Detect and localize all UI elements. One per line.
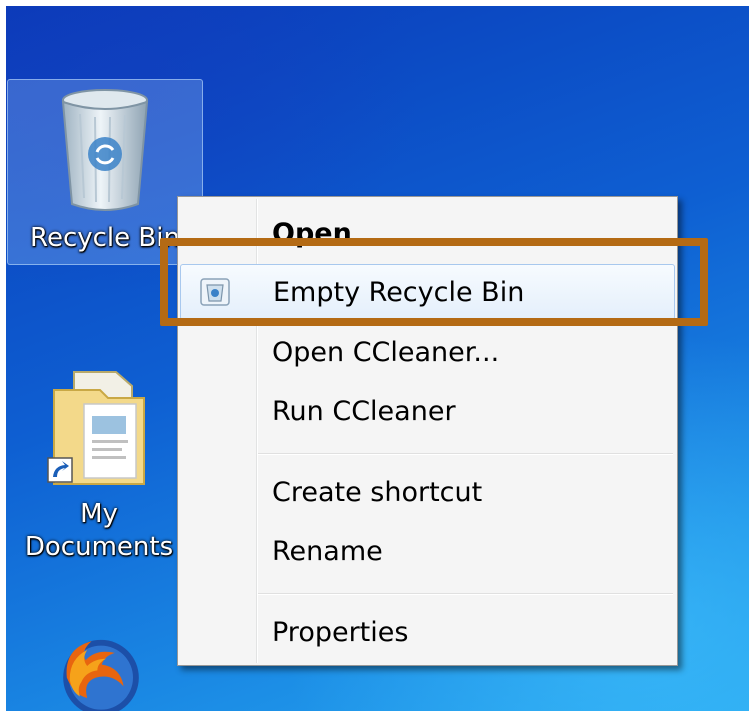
menu-item-run-ccleaner[interactable]: Run CCleaner: [180, 383, 675, 439]
menu-item-label: Rename: [272, 535, 383, 567]
menu-item-label: Run CCleaner: [272, 395, 456, 427]
desktop-icon-recycle-bin[interactable]: Recycle Bin: [7, 79, 203, 265]
my-documents-label-line1: My: [80, 499, 118, 529]
my-documents-icon: [47, 371, 145, 485]
recycle-bin-icon: [61, 89, 149, 211]
my-documents-label-line2: Documents: [24, 532, 174, 562]
context-menu: Open Empty Recycle Bin Open CCleaner... …: [177, 196, 678, 666]
recycle-bin-label: Recycle Bin: [30, 223, 180, 253]
menu-item-open-ccleaner[interactable]: Open CCleaner...: [180, 324, 675, 380]
desktop-icon-my-documents[interactable]: My Documents: [11, 366, 187, 586]
menu-item-label: Open CCleaner...: [272, 336, 500, 368]
menu-separator: [258, 453, 673, 454]
menu-item-label: Create shortcut: [272, 476, 483, 508]
menu-item-rename[interactable]: Rename: [180, 523, 675, 579]
recycle-bin-small-icon: [199, 277, 231, 314]
firefox-icon: [63, 639, 139, 711]
menu-item-open[interactable]: Open: [180, 205, 675, 261]
menu-item-label: Open: [272, 217, 352, 249]
menu-separator: [258, 593, 673, 594]
menu-item-label: Properties: [272, 616, 409, 648]
menu-item-empty-recycle-bin[interactable]: Empty Recycle Bin: [180, 264, 675, 320]
menu-item-properties[interactable]: Properties: [180, 604, 675, 660]
menu-item-create-shortcut[interactable]: Create shortcut: [180, 464, 675, 520]
desktop-icon-firefox[interactable]: [36, 634, 166, 711]
menu-item-label: Empty Recycle Bin: [273, 276, 525, 308]
